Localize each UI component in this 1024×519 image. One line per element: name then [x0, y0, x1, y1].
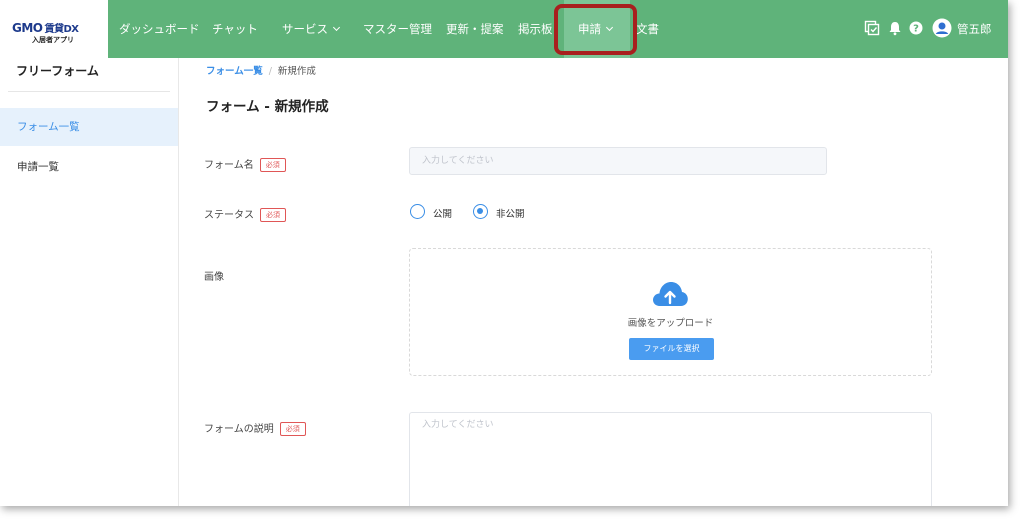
image-label: 画像: [204, 272, 224, 283]
cloud-upload-icon: [653, 282, 688, 306]
description-textarea[interactable]: 入力してください: [409, 412, 932, 506]
nav-master[interactable]: マスター管理: [363, 0, 432, 58]
avatar-icon[interactable]: [932, 18, 952, 38]
user-name[interactable]: 管五郎: [957, 0, 992, 58]
status-public-radio[interactable]: [410, 204, 425, 219]
brand-subtitle: 入居者アプリ: [32, 36, 74, 44]
breadcrumb-current: 新規作成: [277, 66, 316, 77]
description-label: フォームの説明 必須: [204, 420, 306, 437]
status-private-radio[interactable]: [473, 204, 488, 219]
sidebar-item-form-list[interactable]: フォーム一覧: [0, 108, 178, 146]
form-name-label: フォーム名 必須: [204, 156, 286, 173]
highlight-box: [554, 4, 637, 55]
select-file-button[interactable]: ファイルを選択: [629, 338, 714, 360]
bell-icon[interactable]: [887, 20, 903, 36]
upload-instruction: 画像をアップロード: [627, 318, 714, 329]
status-public-label[interactable]: 公開: [433, 206, 452, 220]
status-label: ステータス 必須: [204, 206, 286, 223]
sidebar-item-application-list[interactable]: 申請一覧: [0, 148, 178, 186]
nav-chat[interactable]: チャット: [212, 0, 258, 58]
nav-updates[interactable]: 更新・提案: [446, 0, 504, 58]
page-title: フォーム - 新規作成: [206, 99, 329, 115]
help-icon[interactable]: ?: [908, 20, 924, 36]
chevron-down-icon: [332, 23, 341, 32]
svg-text:?: ?: [913, 24, 919, 35]
brand-product: 賃貸DX: [44, 24, 80, 35]
breadcrumb-link-form-list[interactable]: フォーム一覧: [206, 66, 263, 77]
required-badge: 必須: [260, 208, 286, 222]
status-private-label[interactable]: 非公開: [496, 206, 525, 220]
logo[interactable]: GMO 賃貸DX 入居者アプリ: [0, 0, 108, 58]
sidebar-title: フリーフォーム: [16, 64, 99, 78]
app-window: GMO 賃貸DX 入居者アプリ ダッシュボード チャット サービス マスター管理 …: [0, 0, 1008, 506]
required-badge: 必須: [259, 158, 286, 172]
nav-services[interactable]: サービス: [282, 0, 341, 58]
nav-bulletin[interactable]: 掲示板: [518, 0, 553, 58]
nav-dashboard[interactable]: ダッシュボード: [119, 0, 200, 58]
required-badge: 必須: [279, 422, 306, 436]
breadcrumb: フォーム一覧 / 新規作成: [206, 66, 316, 77]
top-nav: GMO 賃貸DX 入居者アプリ ダッシュボード チャット サービス マスター管理 …: [0, 0, 1008, 58]
form-name-input[interactable]: 入力してください: [409, 147, 827, 175]
nav-documents[interactable]: 文書: [636, 0, 659, 58]
main-content: フォーム一覧 / 新規作成 フォーム - 新規作成 フォーム名 必須 入力してください…: [180, 58, 1008, 506]
image-upload-area[interactable]: 画像をアップロード ファイルを選択: [409, 248, 932, 376]
sidebar-divider: [8, 91, 170, 92]
checklist-icon[interactable]: [864, 20, 880, 36]
brand-name: GMO: [12, 21, 43, 35]
sidebar: フリーフォーム フォーム一覧 申請一覧: [0, 58, 179, 506]
